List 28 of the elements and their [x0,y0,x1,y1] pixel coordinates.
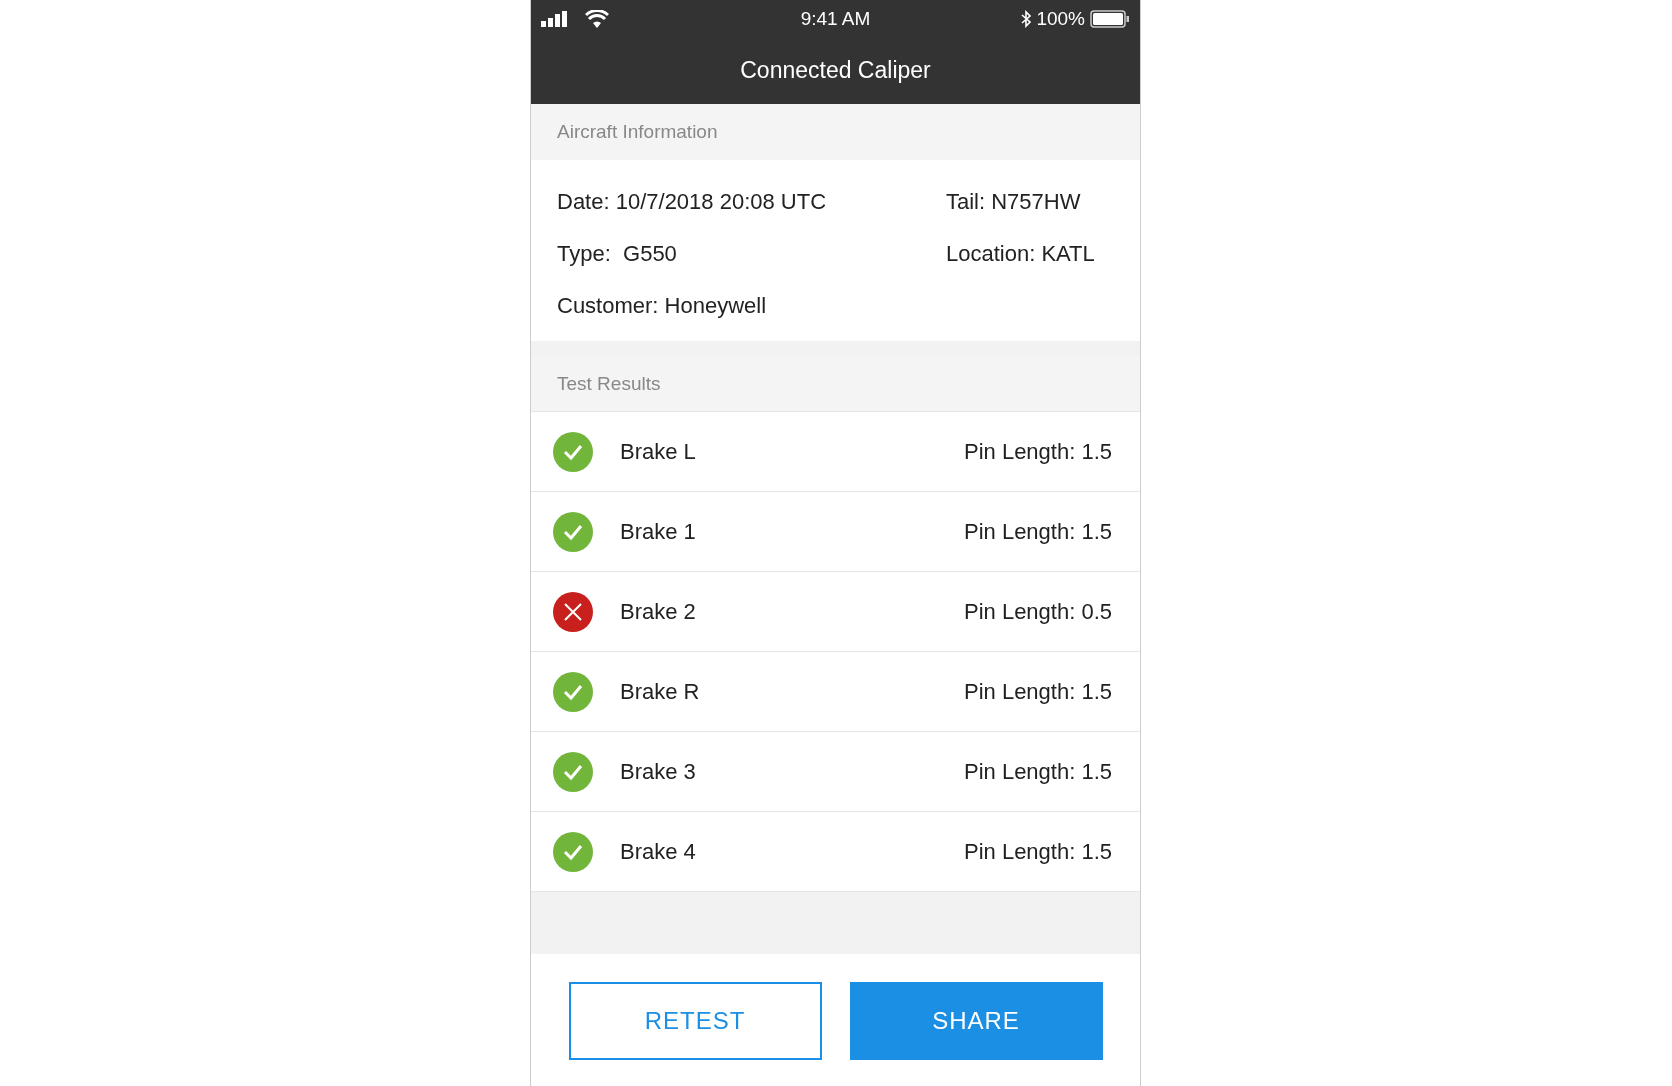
bluetooth-icon [1021,10,1032,28]
pin-length: Pin Length: 1.5 [964,518,1112,545]
brake-name: Brake 3 [620,758,697,785]
section-heading: Aircraft Information [557,121,718,143]
brake-name: Brake 2 [620,598,697,625]
signal-icon [541,11,569,27]
battery-icon [1090,10,1130,28]
retest-button[interactable]: RETEST [568,982,822,1060]
type-text: Type: G550 [557,241,678,267]
pin-length: Pin Length: 0.5 [964,598,1112,625]
brake-name: Brake 1 [620,518,697,545]
date-text: Date: 10/7/2018 20:08 UTC [557,189,828,215]
status-time: 9:41 AM [800,8,871,30]
battery-percent: 100% [1036,8,1085,30]
wifi-icon [585,10,609,28]
brake-name: Brake R [620,678,701,705]
section-heading: Test Results [557,373,661,395]
brake-name: Brake 4 [620,838,697,865]
share-button[interactable]: SHARE [849,982,1103,1060]
location-text: Location: KATL [946,241,1095,267]
brake-name: Brake L [620,438,697,465]
customer-text: Customer: Honeywell [557,293,768,319]
pin-length: Pin Length: 1.5 [964,758,1112,785]
tail-text: Tail: N757HW [946,189,1081,215]
pin-length: Pin Length: 1.5 [964,678,1112,705]
screen-title: Connected Caliper [739,57,932,84]
pin-length: Pin Length: 1.5 [964,438,1112,465]
pin-length: Pin Length: 1.5 [964,838,1112,865]
